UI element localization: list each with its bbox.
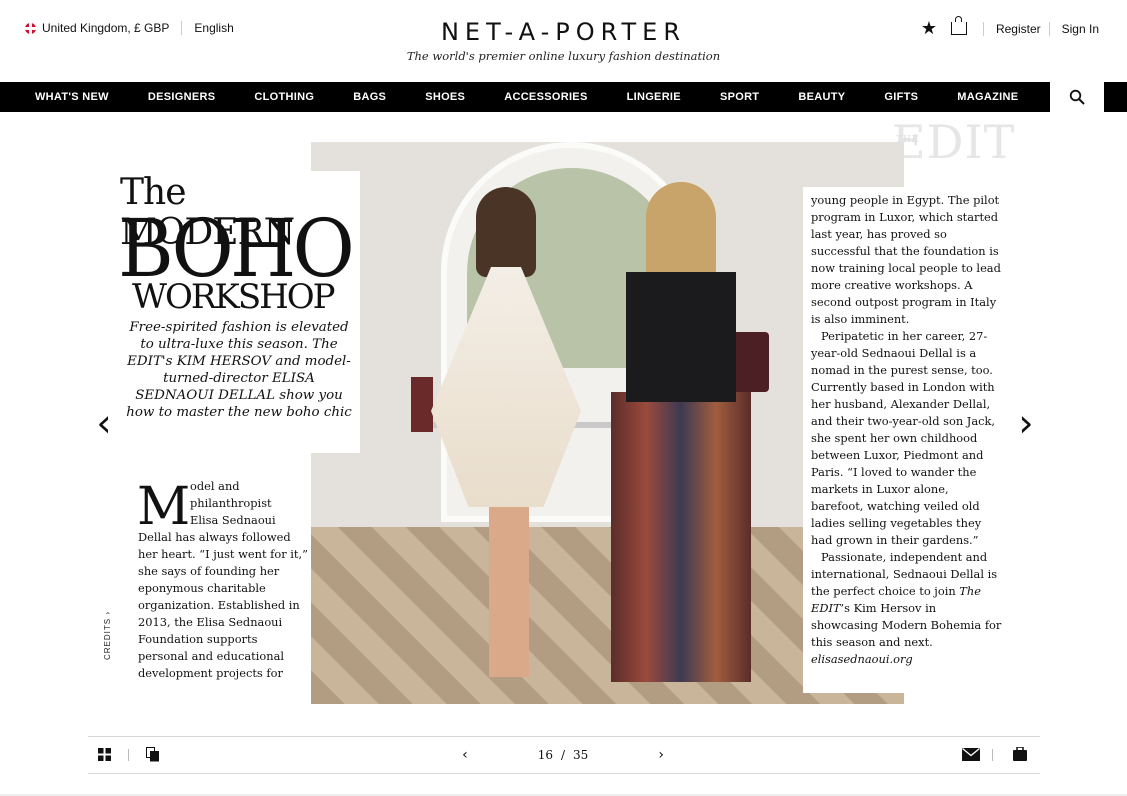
nav-item-designers[interactable]: DESIGNERS xyxy=(148,91,216,103)
left-column-indent-3: Elisa Sednaoui xyxy=(190,513,276,527)
nav-item-gifts[interactable]: GIFTS xyxy=(884,91,918,103)
star-icon[interactable]: ★ xyxy=(921,18,937,39)
previous-page-arrow[interactable]: ‹ xyxy=(90,400,118,446)
left-column-text: odel and philanthropist Elisa Sednaoui D… xyxy=(138,478,308,682)
nav-item-beauty[interactable]: BEAUTY xyxy=(798,91,845,103)
nav-item-magazine[interactable]: MAGAZINE xyxy=(957,91,1018,103)
article-title-block: The MODERN BOHO WORKSHOP Free-spirited f… xyxy=(112,171,360,453)
left-column-indent-2: philanthropist xyxy=(190,496,272,510)
nav-item-clothing[interactable]: CLOTHING xyxy=(254,91,314,103)
nav-item-bags[interactable]: BAGS xyxy=(353,91,386,103)
left-column-body: Dellal has always followed her heart. “I… xyxy=(138,530,308,680)
photo-bag-left xyxy=(411,377,433,432)
pager-prev-button[interactable]: ‹ xyxy=(462,747,468,763)
photo-model-left xyxy=(431,187,581,687)
nav-end-block xyxy=(1104,82,1127,112)
shopping-bag-icon[interactable] xyxy=(950,16,967,35)
search-button[interactable] xyxy=(1050,82,1104,112)
right-column-text: young people in Egypt. The pilot program… xyxy=(811,192,1003,668)
pages-icon[interactable] xyxy=(146,747,160,762)
main-nav: WHAT'S NEW DESIGNERS CLOTHING BAGS SHOES… xyxy=(0,82,1050,112)
model-right-skirt xyxy=(611,392,751,682)
register-link[interactable]: Register xyxy=(996,22,1041,36)
model-left-hair xyxy=(476,187,536,277)
nav-item-lingerie[interactable]: LINGERIE xyxy=(627,91,681,103)
model-left-legs xyxy=(489,507,529,677)
mail-icon[interactable] xyxy=(962,748,980,761)
model-right-top xyxy=(626,272,736,402)
toolbar-divider xyxy=(128,749,129,761)
nav-item-whats-new[interactable]: WHAT'S NEW xyxy=(35,91,109,103)
pager-next-button[interactable]: › xyxy=(658,747,664,763)
header: United Kingdom, £ GBP English NET-A-PORT… xyxy=(0,0,1127,82)
edit-watermark: THE EDIT xyxy=(892,115,1015,169)
right-column-paragraph-2: Peripatetic in her career, 27-year-old S… xyxy=(811,329,996,547)
grid-icon[interactable] xyxy=(98,748,111,761)
model-right-hair xyxy=(646,182,716,282)
page-separator: / xyxy=(560,748,566,762)
left-column-indent-1: odel and xyxy=(190,479,240,493)
foundation-link[interactable]: elisasednaoui.org xyxy=(811,652,913,666)
chevron-right-icon: › xyxy=(1018,401,1034,445)
model-left-poncho xyxy=(431,267,581,507)
sign-in-link[interactable]: Sign In xyxy=(1062,22,1099,36)
brand-tagline: The world's premier online luxury fashio… xyxy=(406,49,721,63)
nav-item-accessories[interactable]: ACCESSORIES xyxy=(504,91,587,103)
toolbar-divider-2 xyxy=(992,749,993,761)
article-dek: Free-spirited fashion is elevated to ult… xyxy=(126,320,352,420)
account-divider xyxy=(982,21,984,36)
right-column-paragraph-3: Passionate, independent and internationa… xyxy=(811,549,1003,668)
title-line-3: WORKSHOP xyxy=(132,277,336,317)
total-pages: 35 xyxy=(573,748,589,762)
article-column-right: young people in Egypt. The pilot program… xyxy=(803,187,1003,693)
right-column-paragraph-1: young people in Egypt. The pilot program… xyxy=(811,193,1001,326)
current-page: 16 xyxy=(537,748,553,762)
search-icon xyxy=(1069,89,1085,105)
page-indicator: ‹ 16 / 35 › xyxy=(462,746,664,764)
account-links: ★ Register Sign In xyxy=(921,16,1099,39)
reader-toolbar: ‹ 16 / 35 › xyxy=(88,736,1040,774)
nav-item-sport[interactable]: SPORT xyxy=(720,91,759,103)
account-divider-2 xyxy=(1048,21,1050,36)
credits-link[interactable]: CREDITS › xyxy=(103,611,112,660)
next-page-arrow[interactable]: › xyxy=(1012,400,1040,446)
nav-item-shoes[interactable]: SHOES xyxy=(425,91,465,103)
briefcase-icon[interactable] xyxy=(1013,747,1027,761)
article-column-left: M odel and philanthropist Elisa Sednaoui… xyxy=(134,453,311,683)
photo-model-right xyxy=(611,182,751,687)
chevron-left-icon: ‹ xyxy=(96,401,112,445)
